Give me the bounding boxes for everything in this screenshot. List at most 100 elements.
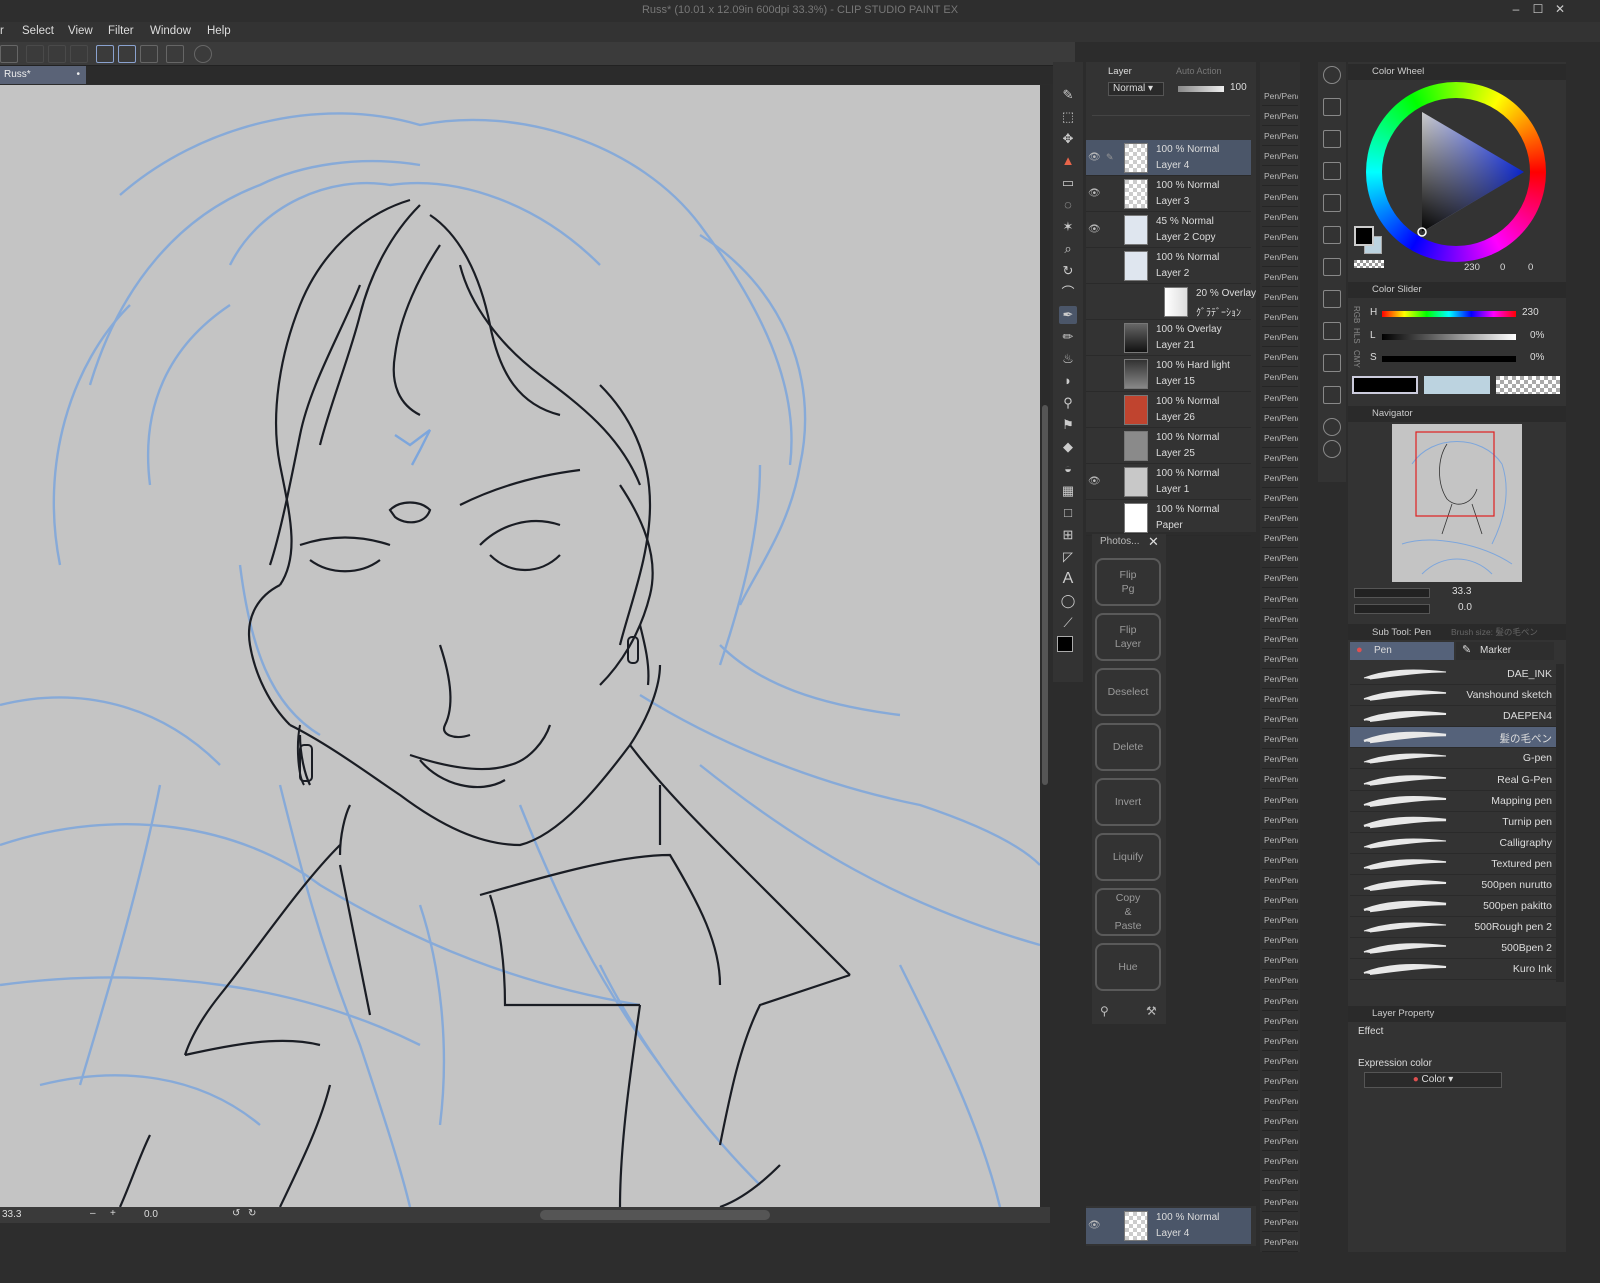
minimize-icon[interactable]: –: [1508, 2, 1524, 18]
pen-material-item[interactable]: Pen/Pen/: [1262, 1151, 1298, 1172]
pen-material-item[interactable]: Pen/Pen/: [1262, 769, 1298, 790]
pen-material-item[interactable]: Pen/Pen/: [1262, 488, 1298, 508]
pen-material-item[interactable]: Pen/Pen/: [1262, 428, 1298, 448]
fill-bucket-icon[interactable]: ▲: [1059, 152, 1077, 170]
pen-material-item[interactable]: Pen/Pen/: [1262, 589, 1298, 609]
pen-ruler-icon[interactable]: [96, 45, 114, 63]
pen-material-item[interactable]: Pen/Pen/: [1262, 709, 1298, 730]
color-wheel-tab[interactable]: Color Wheel: [1348, 64, 1566, 80]
navigator-tab[interactable]: Navigator: [1348, 406, 1566, 422]
pen-material-item[interactable]: Pen/Pen/: [1262, 287, 1298, 307]
nav-angle-value[interactable]: 0.0: [1458, 602, 1472, 613]
zoom-readout[interactable]: 33.3: [2, 1209, 21, 1220]
l-slider[interactable]: [1382, 334, 1516, 340]
pen-material-item[interactable]: Pen/Pen/: [1262, 448, 1298, 468]
material-icon-5[interactable]: [1323, 226, 1341, 244]
brush-item[interactable]: 500Rough pen 2: [1350, 917, 1556, 939]
opacity-value[interactable]: 100: [1230, 82, 1247, 93]
layer-property-tab[interactable]: Layer Property: [1348, 1006, 1566, 1022]
eyedropper-icon[interactable]: ✎: [1059, 86, 1077, 104]
s-value[interactable]: 0%: [1530, 352, 1544, 363]
layer-row[interactable]: 100 % Hard light Layer 15: [1086, 356, 1251, 392]
pen-material-item[interactable]: Pen/Pen/: [1262, 950, 1298, 971]
pin-icon[interactable]: ⚲: [1100, 1004, 1109, 1018]
pen-material-item[interactable]: Pen/Pen/: [1262, 267, 1298, 287]
pen-material-item[interactable]: Pen/Pen/: [1262, 166, 1298, 187]
brush-item[interactable]: 500pen nurutto: [1350, 875, 1556, 896]
menu-help[interactable]: Help: [207, 25, 231, 37]
layer-row[interactable]: 👁 100 % Normal Layer 3: [1086, 176, 1251, 212]
material-icon-12[interactable]: [1323, 440, 1341, 458]
tab-close-icon[interactable]: •: [76, 69, 80, 80]
navigator-preview[interactable]: [1392, 424, 1522, 582]
zoom-out-icon[interactable]: –: [90, 1208, 96, 1219]
layer-row[interactable]: 100 % Normal Layer 25: [1086, 428, 1251, 464]
eraser-icon[interactable]: ◆: [1059, 438, 1077, 456]
pen-material-item[interactable]: Pen/Pen/: [1262, 890, 1298, 910]
l-value[interactable]: 0%: [1530, 330, 1544, 341]
material-icon-11[interactable]: [1323, 418, 1341, 436]
pen-material-item[interactable]: Pen/Pen/: [1262, 187, 1298, 207]
tab-document[interactable]: Russ* •: [0, 66, 86, 84]
layer-row[interactable]: 100 % Overlay Layer 21: [1086, 320, 1251, 356]
pen-material-item[interactable]: Pen/Pen/: [1262, 1091, 1298, 1111]
effect-icons[interactable]: [1460, 1040, 1550, 1054]
brush-item[interactable]: Turnip pen: [1350, 812, 1556, 833]
frame-icon[interactable]: [70, 45, 88, 63]
pen-material-item[interactable]: Pen/Pen/: [1262, 689, 1298, 709]
photo-action-button[interactable]: Delete: [1095, 723, 1161, 771]
brush-icon[interactable]: ♨: [1059, 350, 1077, 368]
pen-material-item[interactable]: Pen/Pen/: [1262, 367, 1298, 388]
curve-ruler-icon[interactable]: [118, 45, 136, 63]
pen-edit-icon[interactable]: ✎: [1106, 152, 1114, 163]
material-icon-8[interactable]: [1323, 322, 1341, 340]
marquee-icon[interactable]: ▭: [1059, 174, 1077, 192]
material-icon-7[interactable]: [1323, 290, 1341, 308]
material-icon-6[interactable]: [1323, 258, 1341, 276]
sv-triangle[interactable]: [1366, 82, 1546, 262]
material-icon-2[interactable]: [1323, 130, 1341, 148]
slider-transparent[interactable]: [1496, 376, 1560, 394]
help-icon[interactable]: [194, 45, 212, 63]
text-icon[interactable]: A: [1059, 570, 1077, 588]
operation-icon[interactable]: ⬚: [1059, 108, 1077, 126]
menu-window[interactable]: Window: [150, 25, 191, 37]
pen-material-item[interactable]: Pen/Pen/: [1262, 1071, 1298, 1091]
photos-close-icon[interactable]: ✕: [1148, 534, 1159, 550]
eye-icon[interactable]: 👁: [1088, 1220, 1101, 1231]
expression-color-select[interactable]: ● Color ▾: [1364, 1072, 1502, 1088]
photo-action-button[interactable]: Flip Layer: [1095, 613, 1161, 661]
pen-material-item[interactable]: Pen/Pen/: [1262, 991, 1298, 1011]
selection-area-icon[interactable]: [0, 45, 18, 63]
brush-item[interactable]: DAE_INK: [1350, 664, 1556, 685]
pen-material-item[interactable]: Pen/Pen/: [1262, 870, 1298, 890]
brush-item[interactable]: 500Bpen 2: [1350, 938, 1556, 960]
balloon-icon[interactable]: ◯: [1059, 592, 1077, 610]
pen-material-item[interactable]: Pen/Pen/: [1262, 126, 1298, 147]
eye-icon[interactable]: 👁: [1088, 476, 1101, 487]
layer-row[interactable]: 100 % Normal Layer 2: [1086, 248, 1251, 284]
pen-material-item[interactable]: Pen/Pen/: [1262, 347, 1298, 368]
opacity-slider[interactable]: [1178, 86, 1224, 92]
pen-material-item[interactable]: Pen/Pen/: [1262, 307, 1298, 328]
maximize-icon[interactable]: ☐: [1530, 2, 1546, 18]
brush-item[interactable]: G-pen: [1350, 748, 1556, 770]
pen-material-item[interactable]: Pen/Pen/: [1262, 749, 1298, 770]
close-icon[interactable]: ✕: [1552, 2, 1568, 18]
slider-main-color[interactable]: [1352, 376, 1418, 394]
pen-material-item[interactable]: Pen/Pen/: [1262, 930, 1298, 951]
pen-material-item[interactable]: Pen/Pen/: [1262, 729, 1298, 750]
eye-icon[interactable]: 👁: [1088, 188, 1101, 199]
magic-wand-icon[interactable]: ✶: [1059, 218, 1077, 236]
pen-material-item[interactable]: Pen/Pen/: [1262, 649, 1298, 669]
brush-item[interactable]: Vanshound sketch: [1350, 685, 1556, 707]
pen-material-item[interactable]: Pen/Pen/: [1262, 106, 1298, 127]
pen-material-item[interactable]: Pen/Pen/: [1262, 790, 1298, 810]
material-icon-10[interactable]: [1323, 386, 1341, 404]
pen-material-item[interactable]: Pen/Pen/: [1262, 146, 1298, 167]
frame-border-icon[interactable]: ⊞: [1059, 526, 1077, 544]
bucket-icon[interactable]: ◒: [1059, 460, 1077, 478]
brush-item[interactable]: Real G-Pen: [1350, 770, 1556, 791]
pen-material-item[interactable]: Pen/Pen/: [1262, 629, 1298, 649]
ruler-tool-icon[interactable]: ◸: [1059, 548, 1077, 566]
